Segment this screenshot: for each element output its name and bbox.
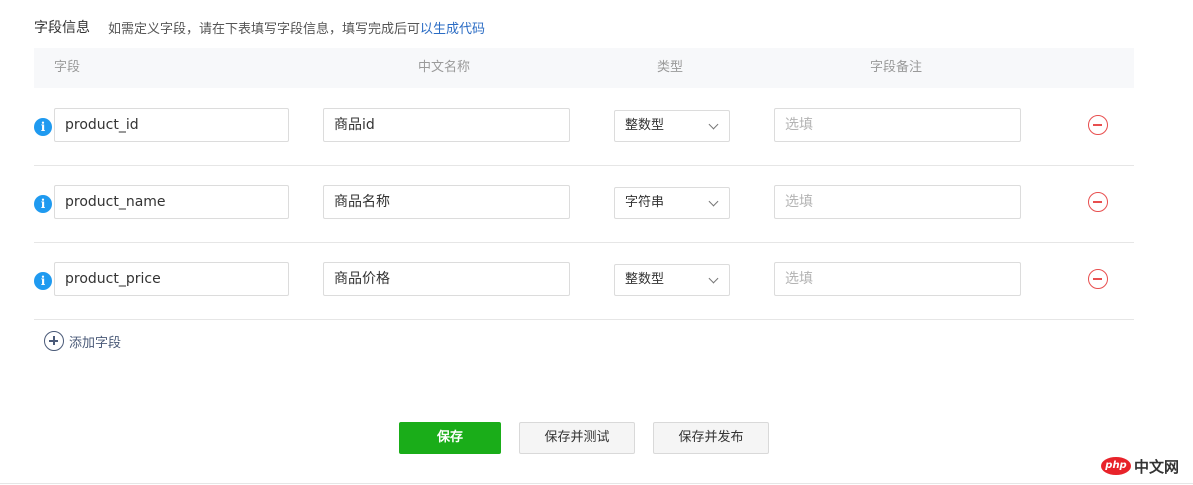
- column-header-type: 类型: [657, 60, 684, 75]
- type-select[interactable]: 整数型: [614, 264, 730, 296]
- type-select-value: 整数型: [625, 118, 665, 133]
- info-icon[interactable]: i: [34, 118, 52, 136]
- type-select-value: 字符串: [625, 195, 665, 210]
- save-button[interactable]: 保存: [399, 422, 501, 454]
- watermark-text: 中文网: [1134, 457, 1180, 476]
- table-header: 字段 中文名称 类型 字段备注: [34, 48, 1134, 88]
- save-and-publish-button[interactable]: 保存并发布: [653, 422, 769, 454]
- watermark-logo: php: [1101, 457, 1131, 475]
- chevron-down-icon: [708, 119, 719, 130]
- section-description: 如需定义字段，请在下表填写字段信息，填写完成后可以生成代码: [108, 18, 485, 37]
- chevron-down-icon: [708, 273, 719, 284]
- table-row: i product_id 商品id 整数型 选填: [34, 88, 1134, 166]
- column-header-field: 字段: [54, 60, 81, 75]
- column-header-cn-name: 中文名称: [418, 60, 471, 75]
- chevron-down-icon: [708, 196, 719, 207]
- plus-circle-icon: [44, 331, 64, 351]
- type-select[interactable]: 字符串: [614, 187, 730, 219]
- field-name-input[interactable]: product_name: [54, 185, 289, 219]
- cn-name-input[interactable]: 商品价格: [323, 262, 570, 296]
- remark-input[interactable]: 选填: [774, 262, 1021, 296]
- field-name-input[interactable]: product_id: [54, 108, 289, 142]
- table-row: i product_name 商品名称 字符串 选填: [34, 165, 1134, 243]
- section-title: 字段信息: [34, 20, 90, 36]
- remove-field-button[interactable]: [1088, 115, 1108, 135]
- field-info-page: 字段信息 如需定义字段，请在下表填写字段信息，填写完成后可以生成代码 字段 中文…: [0, 0, 1193, 485]
- generate-code-link[interactable]: 以生成代码: [420, 22, 485, 37]
- column-header-remark: 字段备注: [870, 60, 923, 75]
- info-icon[interactable]: i: [34, 195, 52, 213]
- info-icon[interactable]: i: [34, 272, 52, 290]
- type-select[interactable]: 整数型: [614, 110, 730, 142]
- bottom-divider: [0, 483, 1193, 484]
- section-header: 字段信息 如需定义字段，请在下表填写字段信息，填写完成后可以生成代码: [34, 16, 485, 38]
- table-row: i product_price 商品价格 整数型 选填: [34, 242, 1134, 320]
- add-field-button[interactable]: 添加字段: [44, 330, 121, 352]
- cn-name-input[interactable]: 商品id: [323, 108, 570, 142]
- remove-field-button[interactable]: [1088, 192, 1108, 212]
- field-name-input[interactable]: product_price: [54, 262, 289, 296]
- remove-field-button[interactable]: [1088, 269, 1108, 289]
- description-text: 如需定义字段，请在下表填写字段信息，填写完成后可: [108, 21, 421, 37]
- watermark: php 中文网: [1101, 455, 1179, 477]
- cn-name-input[interactable]: 商品名称: [323, 185, 570, 219]
- remark-input[interactable]: 选填: [774, 108, 1021, 142]
- save-and-test-button[interactable]: 保存并测试: [519, 422, 635, 454]
- remark-input[interactable]: 选填: [774, 185, 1021, 219]
- add-field-label: 添加字段: [69, 335, 122, 351]
- type-select-value: 整数型: [625, 272, 665, 287]
